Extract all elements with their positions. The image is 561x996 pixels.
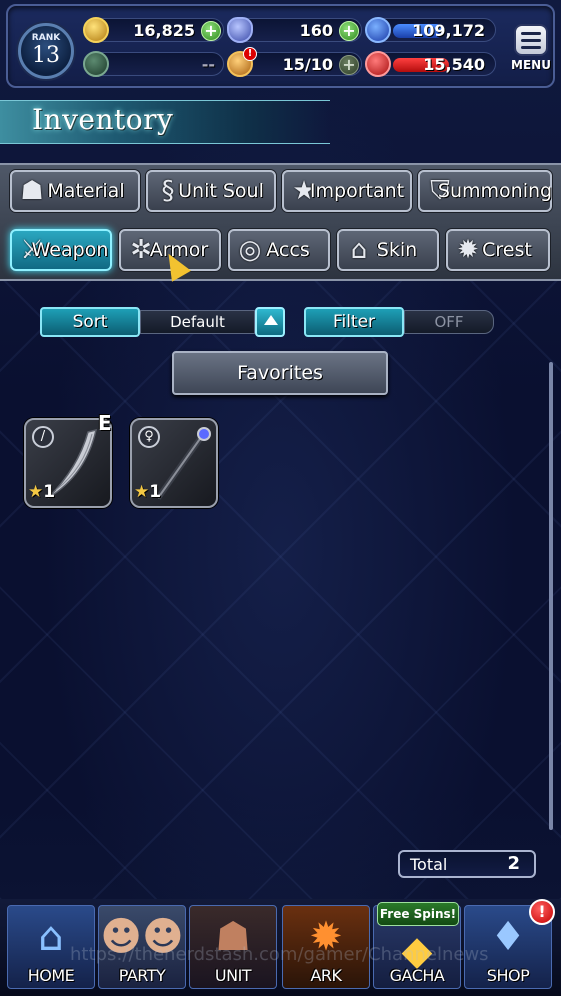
- tab-summoning[interactable]: ⛉ Summoning: [418, 170, 552, 212]
- tab-label: Unit Soul: [178, 180, 264, 202]
- sort-button[interactable]: Sort: [40, 307, 140, 337]
- blue-points-value: 109,172: [412, 21, 485, 40]
- rarity-stars: ★1: [28, 482, 56, 502]
- staff-type-icon: ♀: [138, 426, 160, 448]
- gil-counter: 16,825 +: [83, 17, 224, 43]
- material-bag-icon: ☗: [20, 176, 44, 206]
- tab-weapon[interactable]: ⚔ Weapon: [10, 229, 112, 271]
- add-gil-button[interactable]: +: [201, 21, 221, 41]
- guild-counter: --: [83, 51, 224, 77]
- sort-value[interactable]: Default: [140, 310, 255, 334]
- tab-label: Summoning: [437, 180, 553, 202]
- inventory-item[interactable]: ♀ ★1: [130, 418, 218, 508]
- red-orb-icon: [365, 51, 391, 77]
- gil-icon: [83, 17, 109, 43]
- menu-button[interactable]: MENU: [510, 24, 552, 80]
- stamina-counter: ! 15/10 +: [227, 47, 362, 77]
- blue-points-counter: 109,172: [365, 17, 496, 43]
- nav-label: PARTY: [118, 966, 166, 985]
- nav-label: UNIT: [214, 966, 252, 985]
- stamina-alert-icon: !: [243, 47, 257, 61]
- sword-type-icon: /: [32, 426, 54, 448]
- tab-important[interactable]: ★ Important: [282, 170, 412, 212]
- rank-badge[interactable]: RANK 13: [18, 23, 74, 79]
- tab-label: Material: [47, 180, 125, 202]
- tab-unit-soul[interactable]: § Unit Soul: [146, 170, 276, 212]
- sort-order-button[interactable]: [255, 307, 285, 337]
- add-crystal-button[interactable]: +: [339, 21, 359, 41]
- crystal-value: 160: [299, 21, 333, 40]
- total-counter: Total 2: [398, 850, 536, 878]
- tab-skin[interactable]: ⌂ Skin: [337, 229, 439, 271]
- shop-notification-badge: !: [529, 899, 555, 925]
- add-stamina-button[interactable]: +: [339, 55, 359, 75]
- filter-value[interactable]: OFF: [404, 310, 494, 334]
- crystal-icon: [227, 17, 253, 43]
- gil-value: 16,825: [133, 21, 195, 40]
- game-screen: RANK 13 16,825 + 160 + 109,172 -- ! 15/1…: [0, 0, 561, 996]
- tab-label: Accs: [266, 239, 310, 261]
- menu-label: MENU: [511, 58, 551, 72]
- crest-gear-icon: ✹: [457, 235, 479, 265]
- red-points-value: 15,540: [423, 55, 485, 74]
- equipped-mark: E: [98, 411, 112, 435]
- crystal-counter: 160 +: [227, 17, 362, 43]
- tab-label: Skin: [376, 239, 418, 261]
- nav-label: SHOP: [486, 966, 530, 985]
- watermark: https://thenerdstash.com/gamer/Channelne…: [70, 944, 489, 965]
- tab-crest[interactable]: ✹ Crest: [446, 229, 550, 271]
- hamburger-icon: [514, 24, 548, 56]
- filter-button[interactable]: Filter: [304, 307, 404, 337]
- blue-orb-icon: [365, 17, 391, 43]
- nav-label: GACHA: [389, 966, 445, 985]
- nav-label: ARK: [310, 966, 342, 985]
- page-title: Inventory: [32, 103, 174, 136]
- arrow-up-icon: [264, 315, 278, 325]
- status-header: RANK 13 16,825 + 160 + 109,172 -- ! 15/1…: [6, 4, 555, 88]
- total-label: Total: [410, 855, 448, 874]
- rarity-stars: ★1: [134, 482, 162, 502]
- compass-icon: [83, 51, 109, 77]
- scrollbar[interactable]: [549, 362, 553, 830]
- total-value: 2: [507, 853, 520, 874]
- red-points-counter: 15,540: [365, 51, 496, 77]
- hanger-icon: ⌂: [350, 235, 368, 265]
- free-spins-badge: Free Spins!: [377, 902, 459, 926]
- rank-value: 13: [32, 43, 60, 68]
- ring-icon: ◎: [238, 235, 262, 265]
- nav-label: HOME: [27, 966, 75, 985]
- favorites-button[interactable]: Favorites: [172, 351, 388, 395]
- stamina-value: 15/10: [282, 55, 333, 74]
- tab-label: Important: [309, 180, 405, 202]
- tab-material[interactable]: ☗ Material: [10, 170, 140, 212]
- tab-label: Weapon: [31, 239, 109, 261]
- tab-label: Crest: [482, 239, 532, 261]
- tab-accs[interactable]: ◎ Accs: [228, 229, 330, 271]
- guild-value: --: [201, 55, 215, 74]
- rank-label: RANK: [31, 33, 61, 43]
